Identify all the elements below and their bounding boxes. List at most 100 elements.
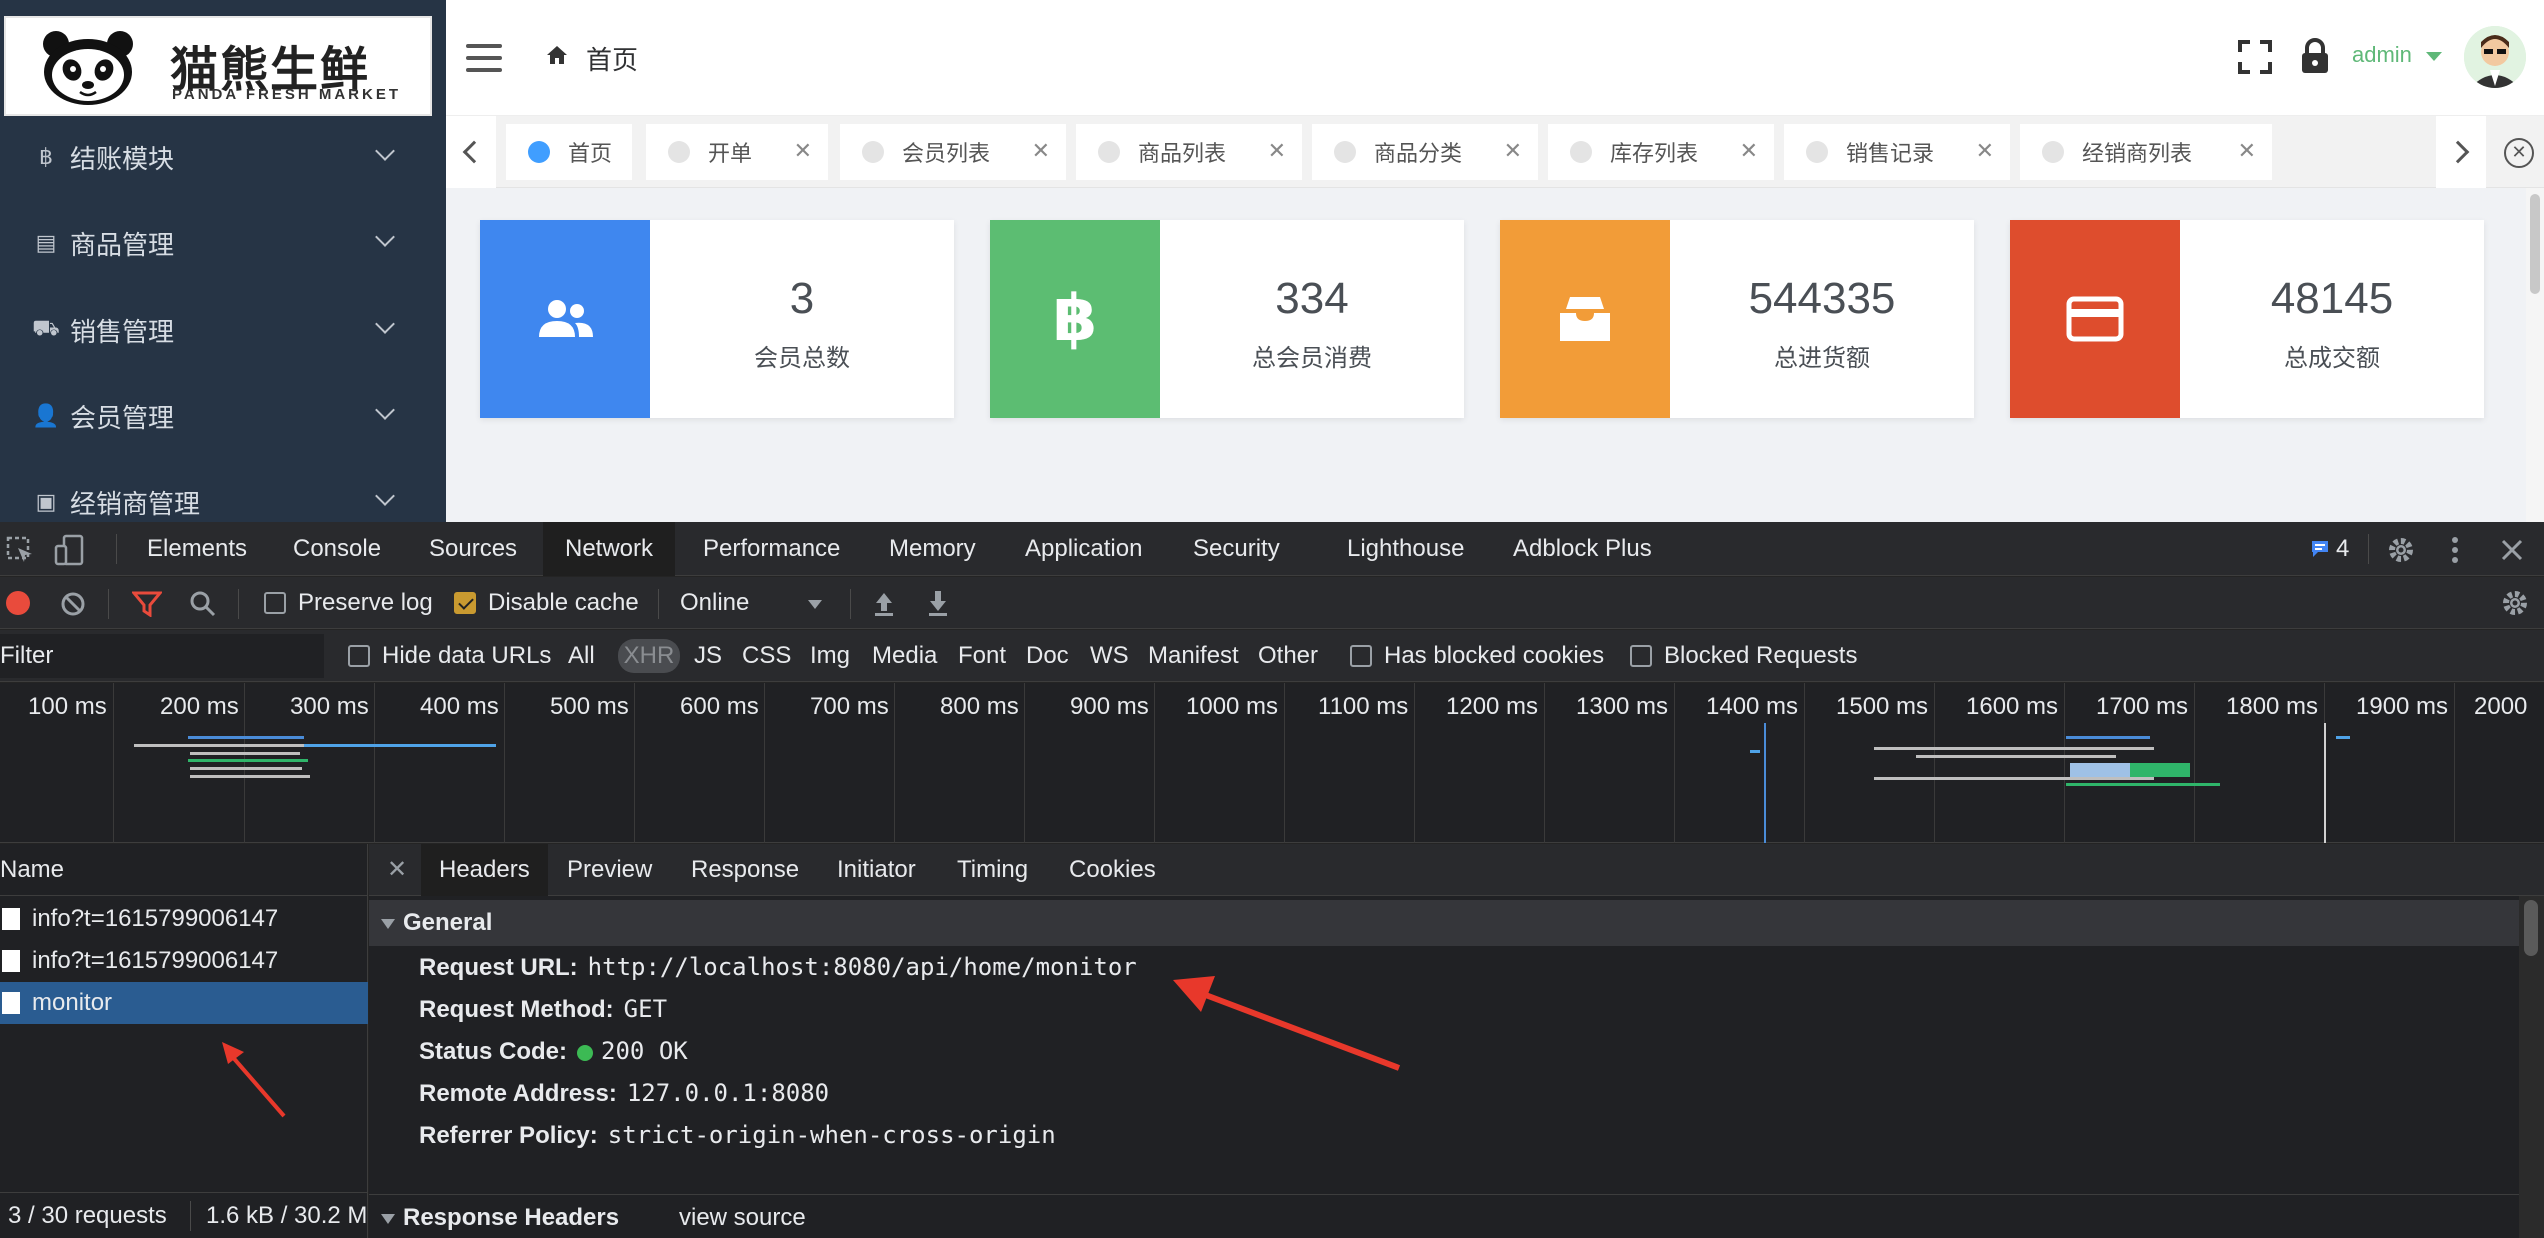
filter-input[interactable]: Filter bbox=[0, 634, 324, 678]
page-scrollbar-thumb[interactable] bbox=[2530, 194, 2540, 294]
filter-type-js[interactable]: JS bbox=[694, 642, 722, 670]
devtools-tab-security[interactable]: Security bbox=[1193, 522, 1280, 576]
filter-type-ws[interactable]: WS bbox=[1090, 642, 1129, 670]
header-value[interactable]: strict-origin-when-cross-origin bbox=[608, 1121, 1056, 1149]
devtools-tab-performance[interactable]: Performance bbox=[703, 522, 840, 576]
avatar[interactable] bbox=[2464, 26, 2526, 88]
details-tab-cookies[interactable]: Cookies bbox=[1069, 844, 1156, 896]
devtools-tab-adblock-plus[interactable]: Adblock Plus bbox=[1513, 522, 1652, 576]
tab-product-category[interactable]: 商品分类 ✕ bbox=[1312, 124, 1538, 180]
header-value[interactable]: GET bbox=[624, 995, 667, 1023]
search-icon[interactable] bbox=[190, 591, 216, 617]
fullscreen-icon[interactable] bbox=[2238, 40, 2272, 74]
logo[interactable]: 猫熊生鲜 PANDA FRESH MARKET bbox=[4, 16, 432, 116]
close-devtools-icon[interactable] bbox=[2500, 538, 2524, 562]
disable-cache-checkbox[interactable] bbox=[454, 592, 476, 614]
request-name: info?t=1615799006147 bbox=[32, 947, 279, 974]
filter-icon[interactable] bbox=[132, 591, 162, 617]
view-source-link[interactable]: view source bbox=[679, 1195, 806, 1238]
devtools-tab-memory[interactable]: Memory bbox=[889, 522, 976, 576]
blocked-requests-checkbox[interactable] bbox=[1630, 645, 1652, 667]
lock-icon[interactable] bbox=[2300, 38, 2330, 74]
response-headers-section-header[interactable]: Response Headers view source bbox=[369, 1194, 2519, 1238]
filter-type-all[interactable]: All bbox=[568, 642, 595, 670]
filter-type-other[interactable]: Other bbox=[1258, 642, 1318, 670]
breadcrumb[interactable]: 首页 bbox=[586, 40, 638, 77]
request-row[interactable]: info?t=1615799006147 bbox=[0, 898, 368, 940]
inspect-element-icon[interactable] bbox=[6, 536, 34, 564]
network-settings-gear-icon[interactable] bbox=[2500, 588, 2530, 618]
sidebar-item-members[interactable]: 👤 会员管理 bbox=[0, 373, 446, 459]
filter-type-xhr[interactable]: XHR bbox=[618, 639, 680, 673]
details-tab-preview[interactable]: Preview bbox=[567, 844, 652, 896]
tab-sales-records[interactable]: 销售记录 ✕ bbox=[1784, 124, 2010, 180]
tab-close-icon[interactable]: ✕ bbox=[1976, 139, 1994, 164]
tab-billing[interactable]: 开单 ✕ bbox=[646, 124, 828, 180]
header-value[interactable]: 200 OK bbox=[601, 1037, 688, 1065]
hamburger-menu-icon[interactable] bbox=[466, 44, 502, 72]
tab-close-icon[interactable]: ✕ bbox=[794, 139, 812, 164]
sidebar-item-products[interactable]: ▤ 商品管理 bbox=[0, 200, 446, 286]
filter-type-img[interactable]: Img bbox=[810, 642, 850, 670]
details-scrollbar-thumb[interactable] bbox=[2524, 900, 2538, 956]
tab-close-icon[interactable]: ✕ bbox=[1740, 139, 1758, 164]
devtools-tab-network[interactable]: Network bbox=[543, 522, 676, 576]
tab-inventory-list[interactable]: 库存列表 ✕ bbox=[1548, 124, 1774, 180]
devtools-tab-lighthouse[interactable]: Lighthouse bbox=[1347, 522, 1464, 576]
tab-close-icon[interactable]: ✕ bbox=[1268, 139, 1286, 164]
import-har-icon[interactable] bbox=[872, 589, 896, 617]
details-tab-response[interactable]: Response bbox=[691, 844, 799, 896]
record-icon[interactable] bbox=[6, 591, 30, 615]
header-value[interactable]: 127.0.0.1:8080 bbox=[627, 1079, 829, 1107]
name-column-header[interactable]: Name bbox=[0, 844, 368, 896]
export-har-icon[interactable] bbox=[926, 589, 950, 617]
filter-type-css[interactable]: CSS bbox=[742, 642, 791, 670]
devtools-tab-application[interactable]: Application bbox=[1025, 522, 1142, 576]
user-menu[interactable]: admin bbox=[2352, 42, 2412, 68]
tab-product-list[interactable]: 商品列表 ✕ bbox=[1076, 124, 1302, 180]
filter-type-doc[interactable]: Doc bbox=[1026, 642, 1069, 670]
close-all-tabs-icon[interactable]: ✕ bbox=[2504, 138, 2534, 168]
caret-down-icon[interactable] bbox=[2426, 52, 2442, 61]
devtools-tab-sources[interactable]: Sources bbox=[429, 522, 517, 576]
devtools-tab-elements[interactable]: Elements bbox=[147, 522, 247, 576]
close-details-icon[interactable]: ✕ bbox=[387, 844, 407, 896]
throttling-select[interactable]: Online bbox=[680, 589, 749, 617]
request-row-selected[interactable]: monitor bbox=[0, 982, 368, 1024]
issues-count[interactable]: 4 bbox=[2336, 522, 2349, 576]
throttling-caret-icon[interactable] bbox=[808, 600, 822, 609]
details-tab-headers[interactable]: Headers bbox=[421, 844, 548, 896]
settings-gear-icon[interactable] bbox=[2386, 535, 2416, 565]
tab-close-icon[interactable]: ✕ bbox=[1032, 139, 1050, 164]
tab-label: 经销商列表 bbox=[2082, 142, 2193, 167]
device-toolbar-icon[interactable] bbox=[54, 534, 86, 566]
tabs-scroll-right-button[interactable] bbox=[2436, 116, 2486, 188]
network-overview-timeline[interactable]: 100 ms 200 ms 300 ms 400 ms 500 ms 600 m… bbox=[0, 683, 2544, 843]
filter-type-font[interactable]: Font bbox=[958, 642, 1006, 670]
clear-icon[interactable] bbox=[60, 591, 86, 617]
tab-member-list[interactable]: 会员列表 ✕ bbox=[840, 124, 1066, 180]
tab-home[interactable]: 首页 bbox=[506, 124, 632, 180]
sidebar-item-sales[interactable]: ⛟ 销售管理 bbox=[0, 287, 446, 373]
tab-close-icon[interactable]: ✕ bbox=[2238, 139, 2256, 164]
sidebar-item-checkout[interactable]: ฿ 结账模块 bbox=[0, 114, 446, 200]
credit-card-icon bbox=[2010, 220, 2180, 418]
tab-dealer-list[interactable]: 经销商列表 ✕ bbox=[2020, 124, 2272, 180]
more-options-icon[interactable] bbox=[2450, 535, 2460, 565]
hide-data-urls-checkbox[interactable] bbox=[348, 645, 370, 667]
tabs-scroll-left-button[interactable] bbox=[446, 116, 496, 188]
tab-close-icon[interactable]: ✕ bbox=[1504, 139, 1522, 164]
devtools-tab-console[interactable]: Console bbox=[293, 522, 381, 576]
details-tab-timing[interactable]: Timing bbox=[957, 844, 1028, 896]
header-value[interactable]: http://localhost:8080/api/home/monitor bbox=[588, 953, 1137, 981]
filter-type-media[interactable]: Media bbox=[872, 642, 937, 670]
stat-value: 48145 bbox=[2270, 274, 2394, 323]
filter-type-manifest[interactable]: Manifest bbox=[1148, 642, 1239, 670]
request-row[interactable]: info?t=1615799006147 bbox=[0, 940, 368, 982]
issues-icon[interactable] bbox=[2310, 540, 2330, 558]
sidebar-item-label: 结账模块 bbox=[70, 144, 175, 175]
general-section-header[interactable]: General bbox=[369, 900, 2519, 946]
has-blocked-cookies-checkbox[interactable] bbox=[1350, 645, 1372, 667]
details-tab-initiator[interactable]: Initiator bbox=[837, 844, 916, 896]
preserve-log-checkbox[interactable] bbox=[264, 592, 286, 614]
